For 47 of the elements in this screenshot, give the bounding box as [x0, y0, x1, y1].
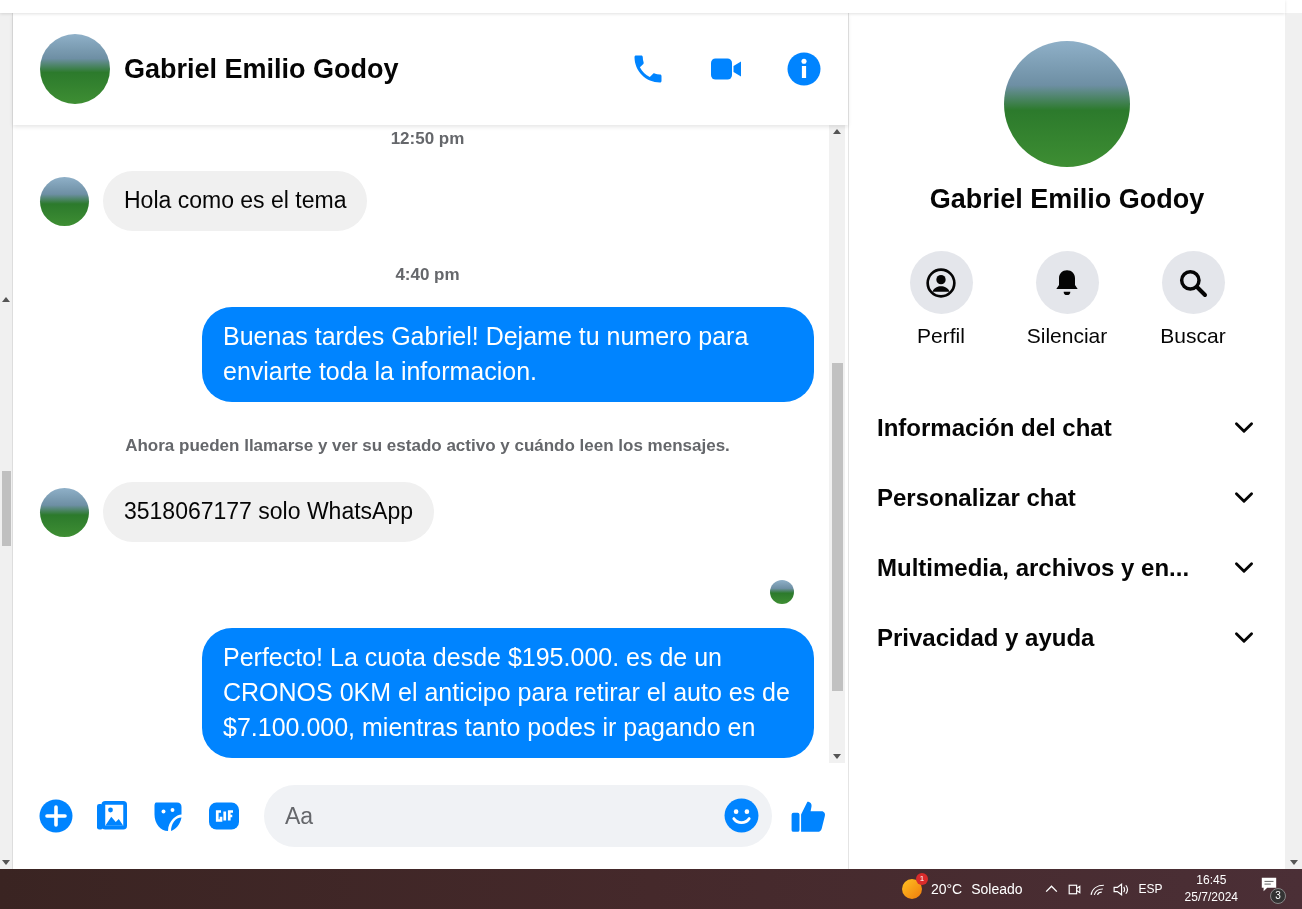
clock[interactable]: 16:45 25/7/2024 [1184, 872, 1238, 906]
scroll-down-icon[interactable] [833, 754, 841, 759]
plus-icon[interactable] [38, 798, 74, 834]
avatar-photo [40, 177, 89, 226]
speaker-icon[interactable] [1111, 880, 1129, 898]
timestamp: 4:40 pm [395, 265, 460, 285]
weather-condition[interactable]: Soleado [971, 881, 1023, 897]
notifications-button[interactable]: 3 [1260, 876, 1284, 902]
action-label: Buscar [1160, 324, 1226, 348]
section-header[interactable]: Personalizar chat [877, 463, 1257, 533]
notification-count: 3 [1270, 888, 1286, 904]
scroll-up-icon[interactable] [2, 297, 10, 302]
page-scrollbar[interactable] [1285, 13, 1302, 869]
avatar-photo [40, 488, 89, 537]
system-notice: Ahora pueden llamarse y ver su estado activo y cuándo leen los mensajes. [125, 436, 730, 456]
section-title: Privacidad y ayuda [877, 624, 1095, 652]
scrollbar-thumb[interactable] [1, 471, 11, 546]
scroll-down-icon[interactable] [2, 860, 10, 865]
section-header[interactable]: Privacidad y ayuda [877, 603, 1257, 673]
scroll-down-icon[interactable] [1289, 860, 1298, 865]
language-indicator[interactable]: ESP [1138, 882, 1163, 896]
page-scrollbar[interactable] [0, 13, 13, 869]
section-title: Personalizar chat [877, 484, 1076, 512]
chat-scrollbar[interactable] [829, 125, 845, 763]
section-title: Información del chat [877, 414, 1112, 442]
info-icon[interactable] [786, 51, 822, 87]
action-label: Perfil [917, 324, 965, 348]
scroll-up-icon[interactable] [833, 129, 841, 134]
action-label: Silenciar [1026, 324, 1108, 348]
section-title: Multimedia, archivos y en... [877, 554, 1190, 582]
message-bubble: Buenas tardes Gabriel! Dejame tu numero para enviarte toda la informacion. [202, 307, 814, 402]
message-input-field[interactable]: Aa [264, 785, 772, 847]
scrollbar-thumb[interactable] [831, 363, 843, 691]
message-bubble: 3518067177 solo WhatsApp [103, 482, 434, 542]
emoji-icon[interactable] [723, 797, 760, 834]
message-bubble: Perfecto! La cuota desde $195.000. es de un CRONOS 0KM el anticipo para retirar el auto es de $7.100.000, mientras tanto podes ir pagando en [202, 628, 814, 758]
profile-name: Gabriel Emilio Godoy [929, 184, 1205, 215]
section-header[interactable]: Multimedia, archivos y en... [877, 533, 1257, 603]
person-icon [925, 266, 957, 299]
weather-icon[interactable] [901, 879, 922, 899]
timestamp: 12:50 pm [390, 129, 465, 149]
notification-badge: 1 [915, 873, 928, 885]
section-header[interactable]: Información del chat [877, 393, 1257, 463]
message-bubble: Hola como es el tema [103, 171, 368, 231]
seen-avatar [770, 580, 794, 604]
contact-name[interactable]: Gabriel Emilio Godoy [124, 53, 630, 85]
temperature[interactable]: 20°C [930, 881, 963, 897]
